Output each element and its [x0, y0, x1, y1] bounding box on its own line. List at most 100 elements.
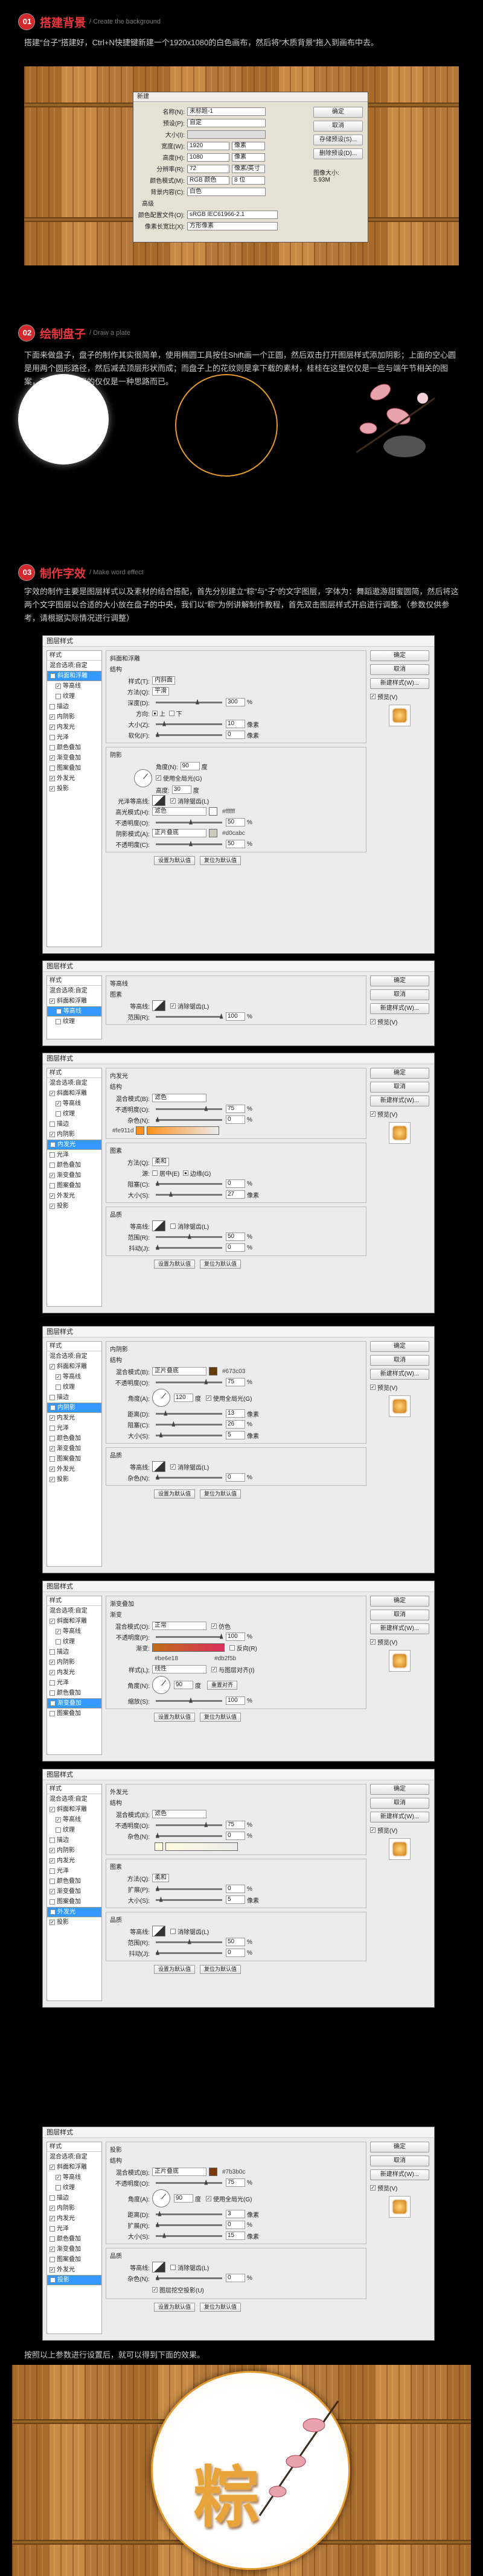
opacity-slider[interactable]: [156, 1378, 222, 1385]
style-item-satin[interactable]: 光泽: [47, 1150, 101, 1160]
height-input[interactable]: 1080: [187, 153, 229, 162]
size-input[interactable]: 5: [226, 1896, 245, 1904]
style-item-contour[interactable]: ✓ 等高线: [47, 1372, 101, 1382]
technique-select[interactable]: 平滑: [152, 687, 169, 696]
choke-slider[interactable]: [156, 1180, 222, 1186]
glow-gradient-bar[interactable]: [147, 1126, 220, 1135]
style-item-bevel[interactable]: ✓ 斜面和浮雕: [47, 1616, 101, 1626]
style-item-contour[interactable]: ✓ 等高线: [47, 2172, 101, 2183]
style-item-contour[interactable]: ✓ 等高线: [47, 1099, 101, 1109]
style-item-inner-shadow[interactable]: ✓ 内阴影: [47, 2203, 101, 2213]
style-item-stroke[interactable]: 描边: [47, 2193, 101, 2203]
blend-options-item[interactable]: 混合选项:自定: [47, 661, 101, 671]
antialias-checkbox[interactable]: ✓ 消除锯齿(L): [170, 796, 209, 805]
distance-input[interactable]: 13: [226, 1409, 245, 1418]
style-item-bevel[interactable]: ✓ 斜面和浮雕: [47, 2162, 101, 2172]
reset-align-button[interactable]: 重置对齐: [207, 1680, 238, 1690]
noise-slider[interactable]: [156, 1474, 222, 1480]
style-item-outer-glow[interactable]: ✓ 外发光: [47, 1464, 101, 1474]
spread-slider[interactable]: [156, 1885, 222, 1891]
knockout-checkbox[interactable]: ✓ 图层挖空投影(U): [152, 2285, 362, 2294]
style-item-outer-glow[interactable]: ✓ 外发光: [47, 1191, 101, 1201]
blend-mode-select[interactable]: 滤色: [152, 1810, 206, 1818]
angle-input[interactable]: 90: [174, 2194, 193, 2203]
style-item-drop-shadow[interactable]: ✓ 投影: [47, 784, 101, 794]
range-input[interactable]: 50: [226, 1938, 245, 1946]
antialias-checkbox[interactable]: 消除锯齿(L): [170, 1927, 209, 1936]
glow-gradient-bar[interactable]: [165, 1842, 238, 1851]
blend-options-item[interactable]: 混合选项:自定: [47, 1794, 101, 1804]
ok-button[interactable]: 确定: [370, 650, 429, 661]
style-item-satin[interactable]: 光泽: [47, 2224, 101, 2234]
opacity-slider[interactable]: [156, 2179, 222, 2185]
new-style-button[interactable]: 新建样式(W)...: [370, 678, 429, 689]
set-default-button[interactable]: 设置为默认值: [154, 856, 196, 865]
blend-mode-select[interactable]: 正片叠底: [152, 1367, 206, 1375]
range-input[interactable]: 50: [226, 1232, 245, 1241]
scale-slider[interactable]: [156, 1697, 222, 1703]
style-item-satin[interactable]: 光泽: [47, 1678, 101, 1688]
blend-mode-select[interactable]: 滤色: [152, 1094, 206, 1102]
preview-checkbox[interactable]: ✓ 预览(V): [370, 1017, 429, 1026]
style-item-inner-glow[interactable]: ✓ 内发光: [47, 1413, 101, 1423]
spread-input[interactable]: 0: [226, 2221, 245, 2229]
cancel-button[interactable]: 取消: [370, 1610, 429, 1620]
resolution-input[interactable]: 72: [187, 164, 229, 173]
choke-input[interactable]: 0: [226, 1179, 245, 1188]
range-slider[interactable]: [156, 1013, 223, 1019]
technique-select[interactable]: 柔和: [152, 1158, 169, 1166]
choke-input[interactable]: 26: [226, 1420, 245, 1429]
new-style-button[interactable]: 新建样式(W)...: [370, 1096, 429, 1106]
reverse-checkbox[interactable]: 反向(R): [229, 1643, 257, 1652]
style-item-texture[interactable]: 纹理: [47, 2183, 101, 2193]
glow-color-swatch[interactable]: [136, 1126, 145, 1135]
style-item-pattern-overlay[interactable]: 图案叠加: [47, 1181, 101, 1191]
set-default-button[interactable]: 设置为默认值: [154, 1260, 196, 1269]
name-input[interactable]: 未标题-1: [187, 107, 266, 116]
delete-preset-button[interactable]: 删除预设(D)...: [313, 148, 363, 159]
jitter-slider[interactable]: [156, 1244, 222, 1250]
range-input[interactable]: 100: [226, 1012, 245, 1021]
cancel-button[interactable]: 取消: [370, 1798, 429, 1809]
opacity-input[interactable]: 75: [226, 1378, 245, 1386]
jitter-slider[interactable]: [156, 1949, 222, 1955]
style-item-inner-glow[interactable]: ✓ 内发光: [47, 2213, 101, 2224]
color-mode-select[interactable]: RGB 颜色: [187, 176, 229, 185]
style-item-bevel[interactable]: ✓ 斜面和浮雕: [47, 1362, 101, 1372]
new-style-button[interactable]: 新建样式(W)...: [370, 1369, 429, 1380]
size-slider[interactable]: [156, 720, 222, 726]
preview-checkbox[interactable]: ✓ 预览(V): [370, 1109, 429, 1118]
style-item-inner-shadow[interactable]: ✓ 内阴影: [47, 1129, 101, 1140]
style-item-color-overlay[interactable]: 颜色叠加: [47, 1160, 101, 1170]
reset-default-button[interactable]: 复位为默认值: [200, 1713, 242, 1722]
spread-slider[interactable]: [156, 2221, 222, 2227]
range-slider[interactable]: [156, 1233, 222, 1239]
ok-button[interactable]: 确定: [370, 2142, 429, 2152]
contour-picker[interactable]: [152, 1000, 165, 1011]
shadow-color-swatch[interactable]: [209, 1367, 217, 1375]
direction-down-radio[interactable]: 下: [168, 709, 182, 718]
opacity-input[interactable]: 75: [226, 2178, 245, 2187]
style-item-texture[interactable]: 纹理: [47, 1017, 101, 1027]
style-item-inner-shadow[interactable]: ✓ 内阴影: [47, 1403, 101, 1413]
contour-picker[interactable]: [152, 1220, 165, 1231]
blend-mode-select[interactable]: 正常: [152, 1622, 206, 1630]
advanced-toggle[interactable]: 高级: [142, 198, 154, 208]
set-default-button[interactable]: 设置为默认值: [154, 1965, 196, 1974]
style-item-stroke[interactable]: 描边: [47, 702, 101, 712]
style-item-bevel[interactable]: ✓ 斜面和浮雕: [47, 671, 101, 681]
angle-dial[interactable]: [152, 2189, 170, 2207]
background-select[interactable]: 白色: [187, 187, 266, 196]
style-select[interactable]: 线性: [152, 1665, 206, 1673]
size-slider[interactable]: [156, 1432, 222, 1438]
reset-default-button[interactable]: 复位为默认值: [200, 1965, 242, 1974]
angle-input[interactable]: 90: [180, 762, 200, 770]
style-item-drop-shadow[interactable]: ✓ 投影: [47, 1917, 101, 1927]
angle-input[interactable]: 90: [174, 1681, 193, 1689]
size-slider[interactable]: [156, 1191, 222, 1197]
contour-picker[interactable]: [152, 1926, 165, 1937]
style-item-drop-shadow[interactable]: ✓ 投影: [47, 1474, 101, 1485]
new-style-button[interactable]: 新建样式(W)...: [370, 1812, 429, 1823]
technique-select[interactable]: 柔和: [152, 1874, 169, 1882]
global-light-checkbox[interactable]: ✓ 使用全局光(G): [206, 1394, 252, 1403]
